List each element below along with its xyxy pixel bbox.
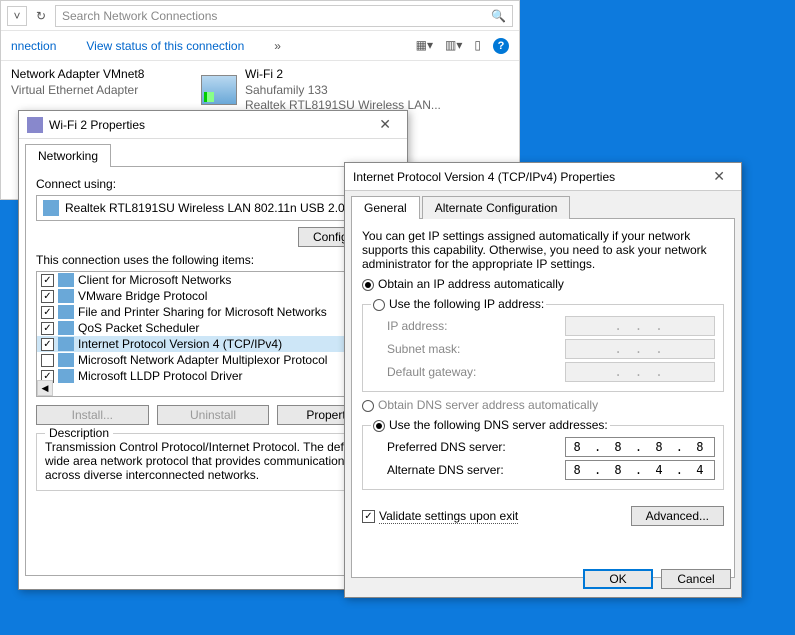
adapter-name: Wi-Fi 2 [245,67,441,83]
search-input[interactable]: Search Network Connections 🔍 [55,5,513,27]
ok-button[interactable]: OK [583,569,653,589]
description-text: Transmission Control Protocol/Internet P… [45,440,381,482]
search-placeholder: Search Network Connections [62,9,217,23]
view-icon[interactable]: ▦▾ [416,38,433,54]
item-label: Client for Microsoft Networks [78,273,231,287]
search-icon: 🔍 [491,9,506,23]
close-icon[interactable]: ✕ [705,168,733,185]
uninstall-button[interactable]: Uninstall [157,405,270,425]
tab-body: You can get IP settings assigned automat… [351,218,735,578]
radio-auto-ip[interactable]: Obtain an IP address automatically [362,277,724,291]
nic-icon [43,200,59,216]
dialog-title: Internet Protocol Version 4 (TCP/IPv4) P… [353,170,615,184]
help-icon[interactable]: ? [493,38,509,54]
ip-label: IP address: [387,319,565,333]
dns1-input[interactable]: 8 . 8 . 8 . 8 [565,437,715,457]
adapter-wifi2[interactable]: Wi-Fi 2 Sahufamily 133 Realtek RTL8191SU… [201,67,509,114]
items-listbox[interactable]: ✓ Client for Microsoft Networks ✓ VMware Br… [36,271,390,397]
adapter-sub: Virtual Ethernet Adapter [11,83,144,99]
close-icon[interactable]: ✕ [371,116,399,133]
details-icon[interactable]: ▯ [474,38,481,54]
adapter-text: Realtek RTL8191SU Wireless LAN 802.11n U… [65,201,363,215]
item-label: VMware Bridge Protocol [78,289,207,303]
dns1-label: Preferred DNS server: [387,440,565,454]
scroll-left-icon[interactable]: ◀ [37,380,53,396]
description-title: Description [45,426,113,440]
item-label: File and Printer Sharing for Microsoft N… [78,305,327,319]
dns2-input[interactable]: 8 . 8 . 4 . 4 [565,460,715,480]
list-item[interactable]: ✓ VMware Bridge Protocol [37,288,389,304]
command-bar: nnection View status of this connection … [1,31,519,61]
radio-manual-ip[interactable]: Use the following IP address: [371,297,546,311]
ipv4-properties-dialog: Internet Protocol Version 4 (TCP/IPv4) P… [344,162,742,598]
cancel-button[interactable]: Cancel [661,569,731,589]
item-checkbox[interactable]: ✓ [41,274,54,287]
manual-dns-group: Use the following DNS server addresses: … [362,418,724,490]
titlebar: Wi-Fi 2 Properties ✕ [19,111,407,139]
tab-alternate[interactable]: Alternate Configuration [422,196,571,219]
item-label: Microsoft LLDP Protocol Driver [78,369,243,383]
list-item[interactable]: ✓Microsoft LLDP Protocol Driver [37,368,389,384]
service-icon [58,337,74,351]
list-item[interactable]: ✓ File and Printer Sharing for Microsoft … [37,304,389,320]
item-checkbox[interactable]: ✓ [41,290,54,303]
adapter-field[interactable]: Realtek RTL8191SU Wireless LAN 802.11n U… [36,195,390,221]
item-label: Microsoft Network Adapter Multiplexor Pr… [78,353,327,367]
item-label: QoS Packet Scheduler [78,321,199,335]
radio-auto-dns: Obtain DNS server address automatically [362,398,724,412]
list-item[interactable]: ✓ QoS Packet Scheduler [37,320,389,336]
service-icon [58,321,74,335]
item-checkbox[interactable] [41,354,54,367]
service-icon [58,369,74,383]
address-dropdown[interactable]: ˅ [7,6,27,26]
gw-input: . . . [565,362,715,382]
dialog-title: Wi-Fi 2 Properties [49,118,145,132]
mask-label: Subnet mask: [387,342,565,356]
validate-label: Validate settings upon exit [379,509,518,524]
service-icon [58,353,74,367]
service-icon [58,273,74,287]
manual-ip-group: Use the following IP address: IP address… [362,297,724,392]
adapter-name: Network Adapter VMnet8 [11,67,144,83]
item-label: Internet Protocol Version 4 (TCP/IPv4) [78,337,282,351]
dns2-label: Alternate DNS server: [387,463,565,477]
advanced-button[interactable]: Advanced... [631,506,724,526]
connect-using-label: Connect using: [36,177,390,191]
description-group: Description Transmission Control Protoco… [36,433,390,491]
group-icon[interactable]: ▥▾ [445,38,462,54]
adapter-ssid: Sahufamily 133 [245,83,441,99]
list-item[interactable]: ✓ Internet Protocol Version 4 (TCP/IPv4) [37,336,389,352]
titlebar: Internet Protocol Version 4 (TCP/IPv4) P… [345,163,741,191]
item-checkbox[interactable]: ✓ [41,306,54,319]
gw-label: Default gateway: [387,365,565,379]
install-button[interactable]: Install... [36,405,149,425]
validate-checkbox[interactable]: ✓ [362,510,375,523]
shield-icon [27,117,43,133]
list-item[interactable]: Microsoft Network Adapter Multiplexor Pr… [37,352,389,368]
wifi-adapter-icon [201,75,237,105]
mask-input: . . . [565,339,715,359]
intro-text: You can get IP settings assigned automat… [362,229,724,271]
address-toolbar: ˅ ↻ Search Network Connections 🔍 [1,1,519,31]
chevron-down-icon[interactable]: » [274,39,281,53]
adapter-vmnet8[interactable]: Network Adapter VMnet8 Virtual Ethernet … [11,67,191,98]
service-icon [58,305,74,319]
tab-general[interactable]: General [351,196,420,219]
link-view-status[interactable]: View status of this connection [86,39,244,53]
list-item[interactable]: ✓ Client for Microsoft Networks [37,272,389,288]
items-label: This connection uses the following items… [36,253,390,267]
service-icon [58,289,74,303]
item-checkbox[interactable]: ✓ [41,338,54,351]
radio-manual-dns[interactable]: Use the following DNS server addresses: [371,418,610,432]
ip-input: . . . [565,316,715,336]
item-checkbox[interactable]: ✓ [41,322,54,335]
tab-row: General Alternate Configuration [345,191,741,218]
link-connection[interactable]: nnection [11,39,56,53]
refresh-icon[interactable]: ↻ [31,6,51,26]
tab-networking[interactable]: Networking [25,144,111,167]
